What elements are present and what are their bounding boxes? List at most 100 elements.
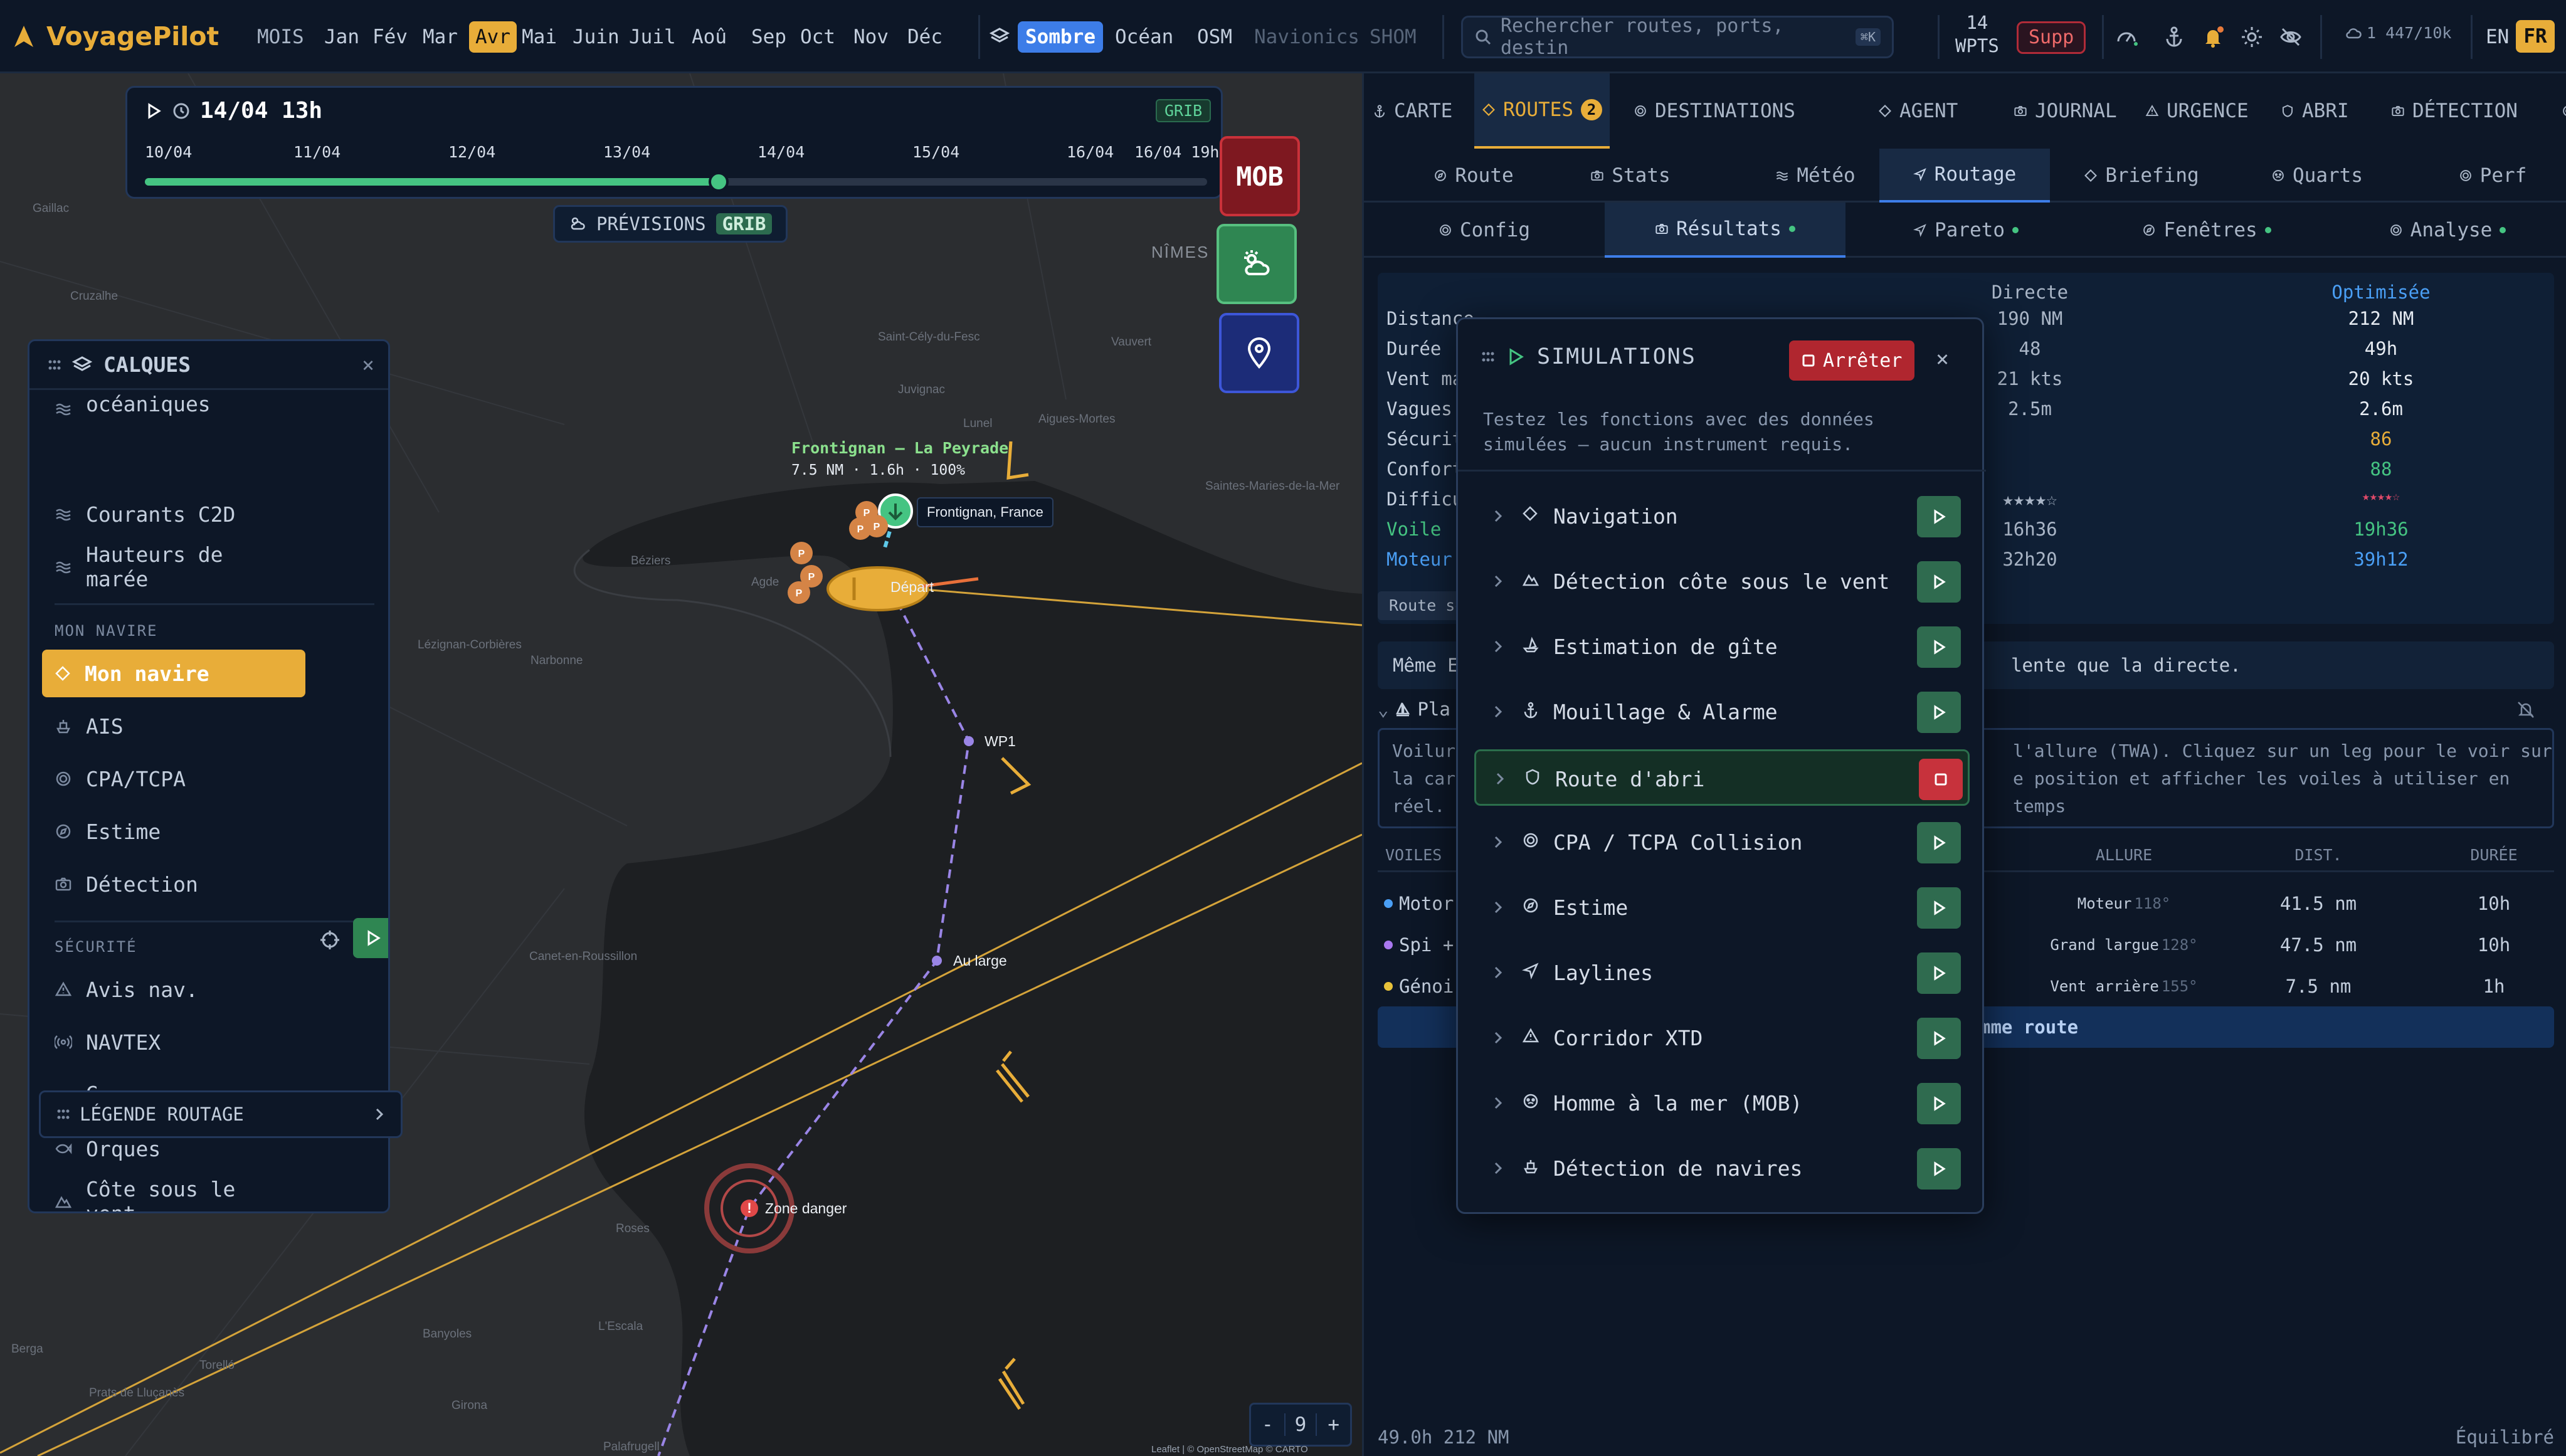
month-nov[interactable]: Nov bbox=[847, 21, 895, 53]
layer-courants-oceaniques[interactable]: Courants océaniques bbox=[42, 391, 305, 416]
map-attribution[interactable]: Leaflet | © OpenStreetMap © CARTO bbox=[1151, 1444, 1308, 1455]
month-juin[interactable]: Juin bbox=[566, 21, 626, 53]
close-icon[interactable]: × bbox=[1936, 347, 1950, 372]
tab-conf[interactable]: CONF bbox=[2554, 73, 2566, 149]
layer-courants-c2d[interactable]: Courants C2D bbox=[42, 490, 305, 538]
map-view[interactable]: ! P P P P P P Gaillac Nîmes Saint-Cély-du-… bbox=[0, 73, 1362, 1456]
month-juil[interactable]: Juil bbox=[623, 21, 682, 53]
month-mai[interactable]: Mai bbox=[515, 21, 563, 53]
tab-destinations[interactable]: DESTINATIONS bbox=[1626, 73, 1803, 149]
layer-estime[interactable]: Estime bbox=[42, 808, 305, 855]
zoom-in-button[interactable]: + bbox=[1317, 1413, 1350, 1436]
layer-cpa-tcpa[interactable]: CPA/TCPA bbox=[42, 755, 305, 803]
bell-icon[interactable] bbox=[2201, 25, 2225, 49]
month-sep[interactable]: Sep bbox=[745, 21, 793, 53]
subtab-config[interactable]: Config bbox=[1364, 203, 1605, 258]
basemap-shom[interactable]: SHOM bbox=[1362, 21, 1424, 53]
layer-navtex[interactable]: NAVTEX bbox=[42, 1018, 305, 1066]
sim-navigation[interactable]: Navigation bbox=[1474, 488, 1970, 545]
subtab-fenetres[interactable]: Fenêtres bbox=[2086, 203, 2327, 258]
layers-panel-header[interactable]: CALQUES × bbox=[29, 341, 388, 390]
month-fev[interactable]: Fév bbox=[366, 21, 414, 53]
subtab-route[interactable]: Route bbox=[1414, 149, 1533, 203]
sim-estime[interactable]: Estime bbox=[1474, 880, 1970, 936]
run-sim-button[interactable] bbox=[1917, 496, 1961, 537]
layer-mon-navire[interactable]: Mon navire bbox=[42, 650, 305, 697]
tab-routes[interactable]: ROUTES 2 bbox=[1474, 73, 1610, 149]
run-sim-button[interactable] bbox=[1917, 1148, 1961, 1190]
subtab-quarts[interactable]: Quarts bbox=[2254, 149, 2380, 203]
stop-simulation-button[interactable]: Arrêter bbox=[1789, 340, 1915, 381]
delete-button[interactable]: Supp bbox=[2017, 21, 2086, 54]
subtab-perf[interactable]: Perf bbox=[2430, 149, 2555, 203]
tab-agent[interactable]: AGENT bbox=[1871, 73, 1965, 149]
sim-route-d-abri[interactable]: Route d'abri bbox=[1474, 749, 1970, 806]
basemap-sombre[interactable]: Sombre bbox=[1018, 21, 1103, 53]
layer-cote-sous-le-vent[interactable]: Côte sous le vent bbox=[42, 1177, 305, 1211]
tab-carte[interactable]: CARTE bbox=[1365, 73, 1460, 149]
month-jan[interactable]: Jan bbox=[318, 21, 366, 53]
month-mar[interactable]: Mar bbox=[416, 21, 464, 53]
subtab-stats[interactable]: Stats bbox=[1571, 149, 1690, 203]
subtab-resultats[interactable]: Résultats bbox=[1605, 203, 1845, 258]
month-oct[interactable]: Oct bbox=[794, 21, 842, 53]
route-legend-toggle[interactable]: LÉGENDE ROUTAGE bbox=[39, 1090, 403, 1138]
run-sim-button[interactable] bbox=[1917, 692, 1961, 733]
month-avr[interactable]: Avr bbox=[469, 21, 517, 53]
basemap-ocean[interactable]: Océan bbox=[1107, 21, 1181, 53]
stop-sim-button[interactable] bbox=[1919, 759, 1963, 800]
sim-detection-cote-sous-le-vent[interactable]: Détection côte sous le vent bbox=[1474, 554, 1970, 610]
timeline-handle[interactable] bbox=[708, 172, 729, 192]
app-logo[interactable]: VoyagePilot bbox=[11, 19, 219, 54]
lang-fr-button[interactable]: FR bbox=[2516, 20, 2555, 53]
search-box[interactable]: Rechercher routes, ports, destin ⌘K bbox=[1461, 15, 1894, 59]
simulate-navire-button[interactable] bbox=[353, 918, 388, 958]
forecast-toggle[interactable]: PRÉVISIONS GRIB bbox=[553, 205, 788, 243]
lang-en-button[interactable]: EN bbox=[2486, 21, 2509, 53]
month-aou[interactable]: Aoû bbox=[685, 21, 733, 53]
subtab-routage[interactable]: Routage bbox=[1879, 149, 2050, 203]
layer-detection[interactable]: Détection bbox=[42, 860, 305, 908]
tab-abri[interactable]: ABRI bbox=[2273, 73, 2357, 149]
mob-button[interactable]: MOB bbox=[1220, 136, 1300, 216]
basemap-navionics[interactable]: Navionics bbox=[1247, 21, 1367, 53]
locate-button[interactable] bbox=[1219, 313, 1299, 393]
target-icon[interactable] bbox=[314, 924, 346, 956]
run-sim-button[interactable] bbox=[1917, 1018, 1961, 1059]
layer-ais[interactable]: AIS bbox=[42, 702, 305, 750]
tab-urgence[interactable]: URGENCE bbox=[2138, 73, 2256, 149]
play-icon[interactable] bbox=[145, 102, 162, 120]
basemap-osm[interactable]: OSM bbox=[1190, 21, 1240, 53]
subtab-briefing[interactable]: Briefing bbox=[2079, 149, 2204, 203]
layer-avis-nav[interactable]: Avis nav. bbox=[42, 966, 305, 1013]
sim-cpa-tcpa-collision[interactable]: CPA / TCPA Collision bbox=[1474, 815, 1970, 871]
eye-off-icon[interactable] bbox=[2279, 25, 2303, 49]
timeline-track[interactable] bbox=[145, 172, 1207, 192]
run-sim-button[interactable] bbox=[1917, 561, 1961, 603]
weather-button[interactable] bbox=[1217, 224, 1297, 304]
run-sim-button[interactable] bbox=[1917, 952, 1961, 994]
gauge-icon[interactable] bbox=[2115, 25, 2138, 49]
drag-handle-icon[interactable] bbox=[47, 358, 61, 372]
run-sim-button[interactable] bbox=[1917, 887, 1961, 929]
drag-handle-icon[interactable] bbox=[56, 1107, 70, 1121]
sim-laylines[interactable]: Laylines bbox=[1474, 945, 1970, 1001]
sim-estimation-de-gite[interactable]: Estimation de gîte bbox=[1474, 619, 1970, 675]
tab-journal[interactable]: JOURNAL bbox=[2006, 73, 2125, 149]
sim-homme-a-la-mer-mob[interactable]: Homme à la mer (MOB) bbox=[1474, 1075, 1970, 1132]
sun-icon[interactable] bbox=[2240, 25, 2264, 49]
sim-mouillage-alarme[interactable]: Mouillage & Alarme bbox=[1474, 684, 1970, 741]
sail-plan-header[interactable]: ⌄ Pla bbox=[1378, 693, 1450, 725]
month-dec[interactable]: Déc bbox=[901, 21, 949, 53]
bell-off-icon[interactable] bbox=[2516, 700, 2535, 719]
sim-detection-de-navires[interactable]: Détection de navires bbox=[1474, 1141, 1970, 1197]
close-icon[interactable]: × bbox=[362, 352, 374, 377]
tab-detection[interactable]: DÉTECTION bbox=[2384, 73, 2525, 149]
run-sim-button[interactable] bbox=[1917, 1083, 1961, 1124]
subtab-pareto[interactable]: Pareto bbox=[1845, 203, 2086, 258]
anchor-icon[interactable] bbox=[2162, 25, 2186, 49]
subtab-meteo[interactable]: Météo bbox=[1753, 149, 1878, 203]
run-sim-button[interactable] bbox=[1917, 626, 1961, 668]
sim-corridor-xtd[interactable]: Corridor XTD bbox=[1474, 1010, 1970, 1067]
zoom-out-button[interactable]: - bbox=[1251, 1413, 1284, 1436]
